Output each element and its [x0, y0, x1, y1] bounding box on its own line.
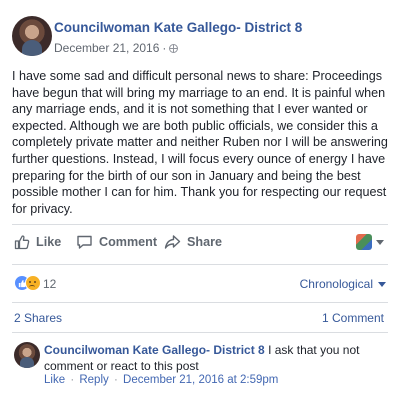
globe-icon [169, 44, 179, 53]
divider-comments [12, 332, 388, 333]
share-label: Share [187, 235, 223, 249]
sad-reaction-icon [25, 275, 41, 291]
author-avatar[interactable] [12, 16, 52, 56]
share-button[interactable]: Share [164, 234, 222, 250]
post-card: Councilwoman Kate Gallego- District 8 De… [0, 0, 400, 400]
meta-separator: · [162, 41, 167, 55]
comment-author-name[interactable]: Councilwoman Kate Gallego- District 8 [44, 343, 265, 357]
chevron-down-icon [378, 281, 386, 287]
like-button[interactable]: Like [14, 234, 61, 250]
engagement-counts: 2 Shares 1 Comment [12, 311, 388, 327]
post-as-selector[interactable] [356, 234, 384, 250]
share-arrow-icon [164, 235, 181, 249]
shares-count[interactable]: 2 Shares [14, 311, 62, 325]
comment-label: Comment [99, 235, 158, 249]
chevron-down-icon [376, 239, 384, 245]
divider-top [12, 224, 388, 225]
comment-timestamp[interactable]: December 21, 2016 at 2:59pm [123, 374, 278, 386]
comment-button[interactable]: Comment [76, 234, 157, 250]
page-avatar-icon [356, 234, 372, 250]
post-action-bar: Like Comment Share [12, 232, 388, 256]
reaction-icons[interactable] [14, 275, 42, 293]
thumbs-up-icon [14, 235, 30, 250]
post-author-name[interactable]: Councilwoman Kate Gallego- District 8 [54, 20, 302, 35]
reaction-count[interactable]: 12 [43, 277, 56, 291]
comment-actions: Like · Reply · December 21, 2016 at 2:59… [44, 374, 278, 386]
comments-count[interactable]: 1 Comment [322, 311, 384, 325]
comment-order-label: Chronological [299, 277, 373, 291]
post-meta: December 21, 2016 · [54, 41, 179, 55]
post-date[interactable]: December 21, 2016 [54, 41, 159, 55]
reactions-row: 12 Chronological [12, 274, 388, 294]
comment-reply-link[interactable]: Reply [79, 374, 108, 386]
comment-separator: · [70, 374, 75, 386]
comment-separator: · [113, 374, 118, 386]
comment-item: Councilwoman Kate Gallego- District 8 I … [12, 340, 388, 392]
divider-reactions [12, 264, 388, 265]
post-body-text: I have some sad and difficult personal n… [12, 69, 388, 216]
comment-order-dropdown[interactable]: Chronological [300, 277, 386, 291]
comment-like-link[interactable]: Like [44, 374, 65, 386]
speech-bubble-icon [77, 235, 92, 249]
like-label: Like [36, 235, 62, 249]
post-header: Councilwoman Kate Gallego- District 8 De… [12, 16, 388, 60]
divider-counts [12, 302, 388, 303]
commenter-avatar[interactable] [14, 342, 40, 368]
comment-body: Councilwoman Kate Gallego- District 8 I … [44, 342, 384, 374]
